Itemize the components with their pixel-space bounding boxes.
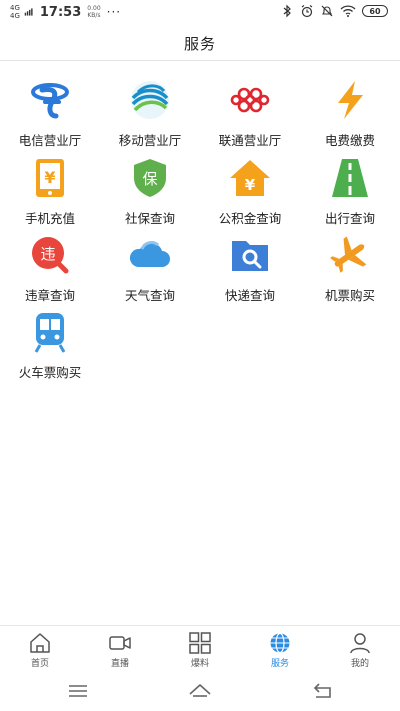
menu-icon[interactable] (66, 680, 90, 702)
battery-indicator: 60 (362, 5, 388, 17)
service-electricity[interactable]: 电费缴费 (300, 78, 400, 156)
home-icon (30, 633, 50, 653)
tab-report[interactable]: 爆料 (160, 632, 240, 672)
alarm-icon (301, 5, 313, 18)
house-fund-icon: ¥ (228, 156, 272, 200)
network-speed: 0.00 KB/s (87, 5, 101, 19)
violation-icon: 违 (28, 233, 72, 277)
bluetooth-icon (283, 4, 291, 18)
service-travel[interactable]: 出行查询 (300, 156, 400, 234)
globe-icon (270, 632, 290, 654)
service-housing-fund[interactable]: ¥ 公积金查询 (200, 156, 300, 234)
back-icon[interactable] (310, 680, 334, 702)
status-bar: 4G 4G 17:53 0.00 KB/s ··· 60 (0, 0, 400, 26)
lightning-icon (328, 78, 372, 122)
road-icon (328, 156, 372, 200)
system-navigation-bar (0, 672, 400, 711)
train-icon (28, 310, 72, 354)
grid-icon (189, 632, 211, 654)
service-mobile[interactable]: 移动营业厅 (100, 78, 200, 156)
service-social-security[interactable]: 保 社保查询 (100, 156, 200, 234)
svg-text:违: 违 (40, 245, 55, 263)
airplane-icon (328, 233, 372, 277)
svg-text:保: 保 (142, 170, 157, 188)
cloud-icon (128, 233, 172, 277)
service-telecom[interactable]: 电信营业厅 (0, 78, 100, 156)
clock: 17:53 (39, 4, 82, 20)
tab-live[interactable]: 直播 (80, 632, 160, 672)
service-violation[interactable]: 违 违章查询 (0, 233, 100, 311)
home-button-icon[interactable] (188, 680, 212, 702)
service-unicom[interactable]: 联通营业厅 (200, 78, 300, 156)
unicom-logo-icon (228, 78, 272, 122)
social-security-shield-icon: 保 (128, 156, 172, 200)
service-express[interactable]: 快递查询 (200, 233, 300, 311)
video-camera-icon (109, 636, 131, 650)
network-indicator: 4G 4G (10, 4, 20, 20)
wifi-icon (340, 5, 356, 17)
page-title: 服务 (183, 34, 216, 53)
tab-mine[interactable]: 我的 (320, 632, 400, 672)
telecom-logo-icon (28, 78, 72, 122)
service-phone-recharge[interactable]: ¥ 手机充值 (0, 156, 100, 234)
signal-icon (24, 8, 33, 16)
svg-text:¥: ¥ (245, 176, 256, 194)
express-folder-search-icon (228, 233, 272, 277)
tab-service[interactable]: 服务 (240, 632, 320, 672)
tab-home[interactable]: 首页 (0, 632, 80, 672)
mobile-logo-icon (128, 78, 172, 122)
svg-text:¥: ¥ (44, 168, 55, 187)
service-weather[interactable]: 天气查询 (100, 233, 200, 311)
service-train[interactable]: 火车票购买 (0, 310, 100, 388)
more-notifications: ··· (106, 5, 122, 19)
phone-recharge-icon: ¥ (28, 156, 72, 200)
bottom-navigation: 首页 直播 爆料 服务 我的 (0, 625, 400, 672)
mute-bell-icon (321, 5, 333, 17)
service-flight[interactable]: 机票购买 (300, 233, 400, 311)
user-icon (350, 633, 370, 654)
page-header: 服务 (0, 26, 400, 61)
